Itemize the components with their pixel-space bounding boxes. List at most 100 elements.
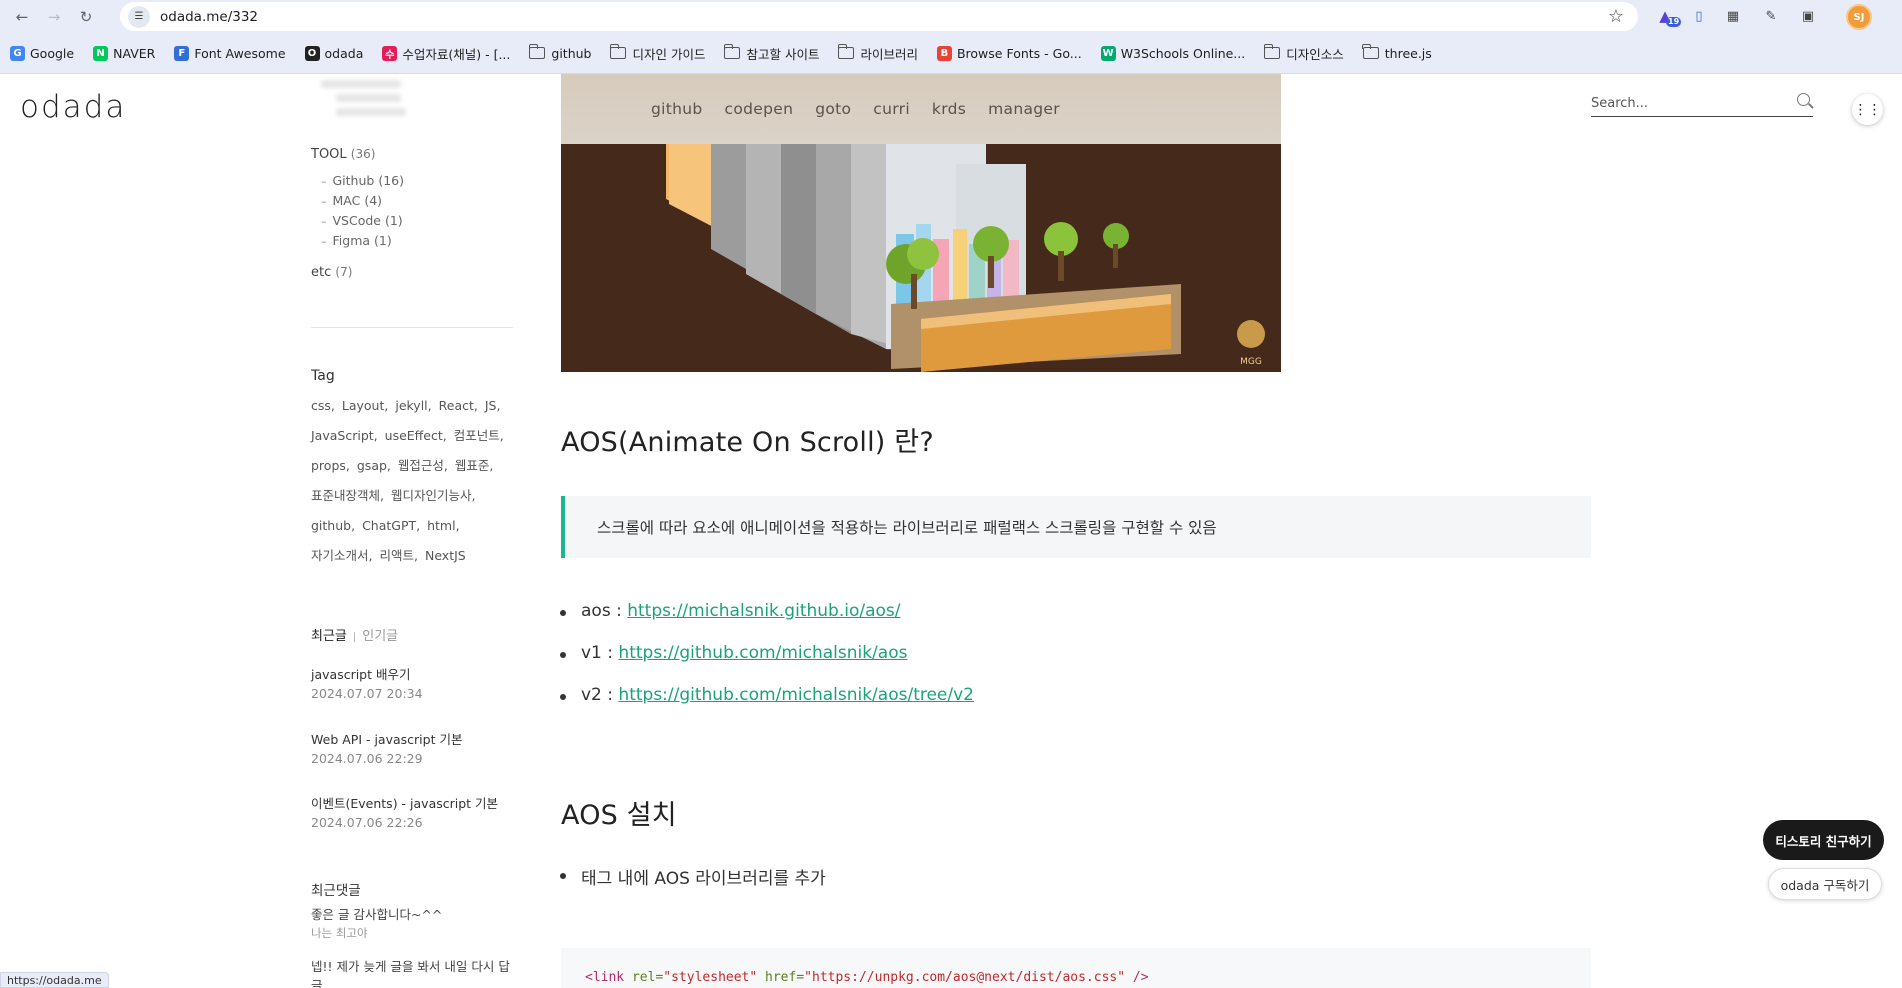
bookmark-item[interactable]: N NAVER	[93, 45, 156, 61]
aos-v1-link[interactable]: https://github.com/michalsnik/aos	[618, 643, 907, 663]
bookmark-label: NAVER	[113, 45, 156, 61]
tag-item[interactable]: 웹표준,	[455, 451, 493, 481]
bookmark-label: 라이브러리	[860, 46, 918, 62]
tag-item[interactable]: 컴포넌트,	[454, 421, 504, 451]
search-box	[1591, 91, 1813, 117]
tag-item[interactable]: NextJS	[425, 541, 466, 571]
tag-item[interactable]: css,	[311, 391, 335, 421]
bookmark-item[interactable]: 라이브러리	[837, 44, 918, 63]
recent-post-title[interactable]: 이벤트(Events) - javascript 기본	[311, 793, 498, 812]
nav-link-github[interactable]: github	[651, 100, 703, 118]
back-icon[interactable]: ←	[8, 3, 36, 31]
tag-item[interactable]: JavaScript,	[311, 421, 378, 451]
tag-item[interactable]: jekyll,	[395, 391, 431, 421]
recent-post-title[interactable]: javascript 배우기	[311, 664, 411, 683]
recent-comment[interactable]: 좋은 글 감사합니다~^^	[311, 904, 442, 923]
bookmark-item[interactable]: F Font Awesome	[174, 45, 286, 61]
list-item-label: 태그 내에 AOS 라이브러리를 추가	[581, 869, 826, 889]
bookmark-item[interactable]: Oodada	[304, 45, 363, 61]
tag-item[interactable]: useEffect,	[385, 421, 447, 451]
nav-link-goto[interactable]: goto	[815, 100, 851, 118]
bookmark-item[interactable]: W W3Schools Online...	[1100, 45, 1245, 61]
comments-title: 최근댓글	[311, 883, 361, 899]
recent-comment[interactable]: 넵!! 제가 늦게 글을 봐서 내일 다시 답글	[311, 956, 513, 988]
tag-title: Tag	[311, 368, 335, 384]
tag-item[interactable]: props,	[311, 451, 350, 481]
extension-graduation-icon[interactable]: ▲ 19	[1654, 5, 1682, 27]
tab-recent[interactable]: 최근글	[311, 629, 347, 644]
aos-link[interactable]: https://michalsnik.github.io/aos/	[627, 601, 900, 621]
tag-item[interactable]: 표준내장객체,	[311, 481, 384, 511]
bookmark-item[interactable]: 참고할 사이트	[723, 44, 819, 63]
bookmark-item[interactable]: B Browse Fonts - Go...	[936, 45, 1082, 61]
tag-item[interactable]: JS,	[485, 391, 501, 421]
tag-item[interactable]: 웹접근성,	[398, 451, 448, 481]
list-item: v1 : https://github.com/michalsnik/aos	[559, 643, 907, 663]
category-label: etc	[311, 265, 332, 280]
tag-item[interactable]: Layout,	[342, 391, 388, 421]
comment-author: 나는 최고야	[311, 926, 368, 940]
folder-icon	[609, 44, 627, 59]
list-item-label: v2 :	[581, 685, 619, 705]
nav-link-curri[interactable]: curri	[873, 100, 910, 118]
list-item-label: aos :	[581, 601, 628, 621]
aos-v2-link[interactable]: https://github.com/michalsnik/aos/tree/v…	[618, 685, 974, 705]
tag-item[interactable]: html,	[427, 511, 459, 541]
tag-item[interactable]: 웹디자인기능사,	[391, 481, 475, 511]
tag-item[interactable]: 자기소개서,	[311, 541, 372, 571]
bookmarks-bar: G Google N NAVER F Font Awesome Oodada 수 수업자료(채널…	[0, 33, 1902, 74]
bookmark-star-icon[interactable]: ☆	[1608, 6, 1624, 27]
nav-link-manager[interactable]: manager	[988, 100, 1060, 118]
bookmark-item[interactable]: G Google	[10, 45, 74, 61]
menu-dots-icon[interactable]: ⋮⋮	[1852, 94, 1883, 125]
section-heading: AOS 설치	[561, 800, 677, 831]
recent-post-date: 2024.07.06 22:26	[311, 815, 423, 830]
reload-icon[interactable]: ↻	[72, 3, 100, 31]
bookmark-label: 디자인소스	[1286, 46, 1344, 62]
bookmark-item[interactable]: github	[528, 44, 591, 61]
bookmark-item[interactable]: 수 수업자료(채널) - [...	[382, 44, 510, 63]
subscribe-button[interactable]: odada 구독하기	[1768, 868, 1882, 900]
list-item: v2 : https://github.com/michalsnik/aos/t…	[560, 685, 974, 705]
profile-avatar[interactable]: SJ	[1846, 4, 1872, 30]
code-token: />	[1132, 970, 1149, 985]
folder-icon	[1263, 44, 1281, 59]
tistory-friend-button[interactable]: 티스토리 친구하기	[1763, 820, 1884, 860]
site-info-icon[interactable]: ☰	[128, 5, 150, 28]
code-token: href=	[765, 970, 805, 985]
subcategory-figma[interactable]: Figma (1)	[321, 233, 392, 248]
hero-watermark: MGG	[1240, 357, 1262, 367]
nav-link-krds[interactable]: krds	[932, 100, 966, 118]
search-icon[interactable]	[1797, 93, 1810, 106]
subcategory-vscode[interactable]: VSCode (1)	[321, 213, 403, 228]
bookmark-item[interactable]: three.js	[1362, 44, 1432, 61]
tag-item[interactable]: github,	[311, 511, 355, 541]
tag-item[interactable]: gsap,	[357, 451, 391, 481]
category-tool[interactable]: TOOL (36)	[311, 147, 375, 162]
extension-eyedropper-icon[interactable]: ✎	[1760, 5, 1782, 27]
subcategory-github[interactable]: Github (16)	[321, 173, 404, 188]
recent-post-title[interactable]: Web API - javascript 기본	[311, 729, 462, 748]
bookmark-item[interactable]: 디자인 가이드	[609, 44, 705, 63]
tab-popular[interactable]: 인기글	[362, 629, 398, 644]
status-bar-url: https://odada.me	[0, 972, 109, 988]
category-etc[interactable]: etc (7)	[311, 265, 352, 280]
tag-item[interactable]: ChatGPT,	[362, 511, 420, 541]
code-token: rel=	[631, 970, 664, 985]
extension-doc-icon[interactable]: ▯	[1688, 5, 1710, 27]
bookmark-label: Browse Fonts - Go...	[956, 45, 1082, 61]
code-token: <link	[585, 970, 625, 985]
tag-item[interactable]: React,	[439, 391, 478, 421]
subcategory-mac[interactable]: MAC (4)	[321, 193, 383, 208]
address-bar[interactable]: ☰ odada.me/332 ☆	[120, 2, 1638, 31]
section-heading: AOS(Animate On Scroll) 란?	[561, 427, 934, 458]
site-logo[interactable]: odada	[20, 89, 126, 125]
tag-item[interactable]: 리액트,	[379, 541, 417, 571]
forward-icon[interactable]: →	[40, 3, 68, 31]
extensions-puzzle-icon[interactable]: ▣	[1797, 5, 1819, 27]
bookmark-item[interactable]: 디자인소스	[1263, 44, 1344, 63]
extension-calendar-icon[interactable]: ▦	[1722, 5, 1744, 27]
search-input[interactable]	[1591, 96, 1781, 111]
url-text[interactable]: odada.me/332	[160, 9, 258, 25]
nav-link-codepen[interactable]: codepen	[725, 100, 794, 118]
